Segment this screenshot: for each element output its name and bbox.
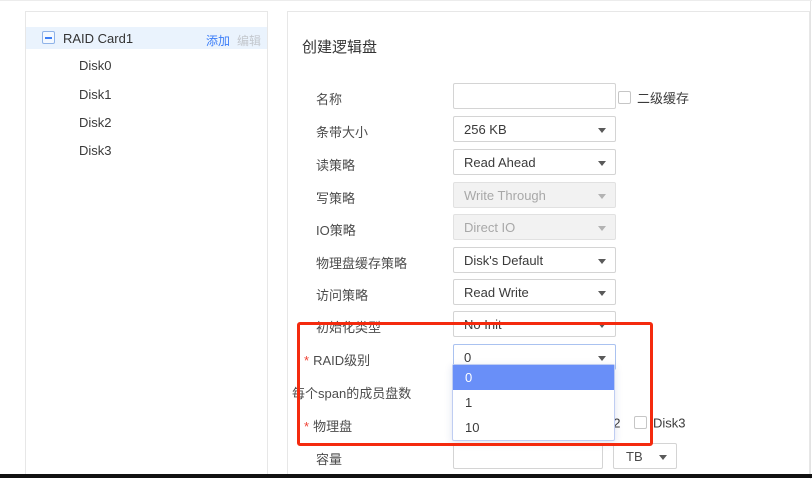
page-title: 创建逻辑盘 [302, 36, 377, 57]
access-policy-select[interactable]: Read Write [453, 279, 616, 305]
sidebar-item-disk2[interactable]: Disk2 [79, 115, 229, 133]
raid-level-option-0[interactable]: 0 [453, 365, 614, 390]
access-policy-value: Read Write [464, 285, 529, 300]
raid-tree-sidebar: RAID Card1 添加 编辑 Disk0 Disk1 Disk2 Disk3 [25, 11, 268, 474]
sidebar-item-disk3[interactable]: Disk3 [79, 143, 229, 161]
disk3-option-label: Disk3 [653, 415, 686, 430]
disk3-option[interactable]: Disk3 [634, 414, 686, 430]
read-policy-label: 读策略 [304, 155, 355, 174]
write-policy-value: Write Through [464, 188, 546, 203]
required-asterisk: * [304, 419, 309, 434]
capacity-label: 容量 [304, 449, 342, 468]
name-input[interactable] [453, 83, 616, 109]
io-policy-select: Direct IO [453, 214, 616, 240]
chevron-down-icon [598, 356, 606, 361]
init-type-label: 初始化类型 [304, 317, 381, 336]
stripe-size-label: 条带大小 [304, 122, 368, 141]
raid-level-dropdown-list: 0 1 10 [452, 364, 615, 441]
create-logical-disk-panel: 创建逻辑盘 名称 二级缓存 条带大小 256 KB 读策略 Read Ahead… [287, 11, 810, 474]
bottom-divider [0, 474, 812, 478]
write-policy-select: Write Through [453, 182, 616, 208]
chevron-down-icon [659, 455, 667, 460]
capacity-unit-select[interactable]: TB [613, 443, 677, 469]
capacity-unit-value: TB [626, 449, 643, 464]
required-asterisk: * [304, 353, 309, 368]
raid-level-option-1[interactable]: 1 [453, 390, 614, 415]
sidebar-item-raid-card[interactable]: RAID Card1 添加 编辑 [26, 27, 267, 49]
access-policy-label: 访问策略 [304, 285, 368, 304]
read-policy-select[interactable]: Read Ahead [453, 149, 616, 175]
raid-level-option-10[interactable]: 10 [453, 415, 614, 440]
chevron-down-icon [598, 259, 606, 264]
chevron-down-icon [598, 323, 606, 328]
raid-card-label: RAID Card1 [63, 31, 133, 46]
stripe-size-value: 256 KB [464, 122, 507, 137]
disk3-checkbox[interactable] [634, 416, 647, 429]
write-policy-label: 写策略 [304, 188, 355, 207]
sidebar-item-disk1[interactable]: Disk1 [79, 87, 229, 105]
io-policy-label: IO策略 [304, 220, 356, 239]
raid-config-window: RAID Card1 添加 编辑 Disk0 Disk1 Disk2 Disk3… [0, 0, 812, 479]
chevron-down-icon [598, 226, 606, 231]
add-link[interactable]: 添加 [206, 32, 230, 49]
physical-disk-label: *物理盘 [304, 416, 352, 435]
stripe-size-select[interactable]: 256 KB [453, 116, 616, 142]
pd-cache-policy-select[interactable]: Disk's Default [453, 247, 616, 273]
edit-link[interactable]: 编辑 [237, 32, 261, 49]
init-type-select[interactable]: No Init [453, 311, 616, 337]
chevron-down-icon [598, 194, 606, 199]
init-type-value: No Init [464, 317, 502, 332]
secondary-cache-option[interactable]: 二级缓存 [618, 88, 689, 104]
sidebar-item-disk0[interactable]: Disk0 [79, 58, 229, 76]
secondary-cache-label: 二级缓存 [637, 91, 689, 106]
chevron-down-icon [598, 128, 606, 133]
capacity-input[interactable] [453, 443, 603, 469]
secondary-cache-checkbox[interactable] [618, 91, 631, 104]
name-label: 名称 [304, 89, 342, 108]
span-members-label: 每个span的成员盘数 [292, 383, 411, 402]
read-policy-value: Read Ahead [464, 155, 536, 170]
raid-level-label: *RAID级别 [304, 350, 370, 369]
raid-level-value: 0 [464, 350, 471, 365]
chevron-down-icon [598, 161, 606, 166]
pd-cache-policy-value: Disk's Default [464, 253, 543, 268]
window-right-border [810, 1, 811, 479]
pd-cache-policy-label: 物理盘缓存策略 [304, 253, 407, 272]
collapse-minus-icon[interactable] [42, 31, 55, 44]
io-policy-value: Direct IO [464, 220, 515, 235]
chevron-down-icon [598, 291, 606, 296]
